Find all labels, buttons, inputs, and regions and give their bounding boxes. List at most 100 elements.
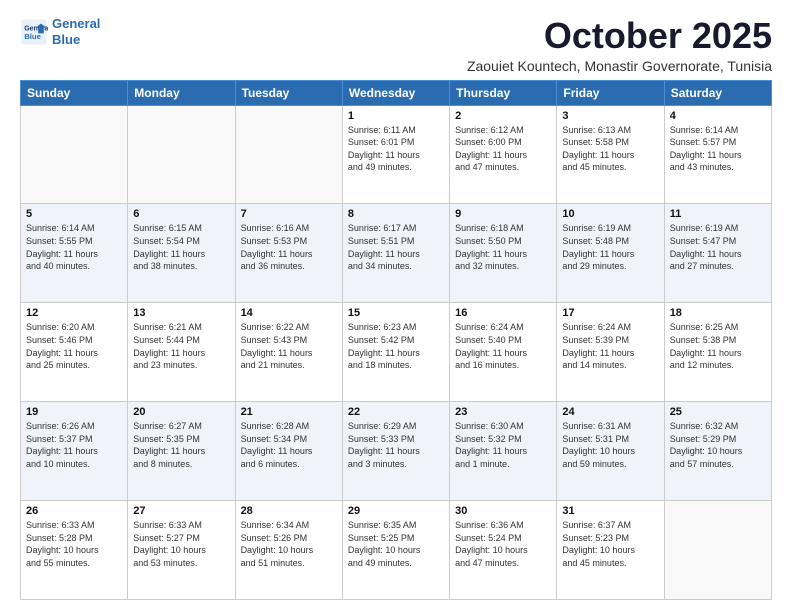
day-info: Sunrise: 6:34 AM Sunset: 5:26 PM Dayligh…: [241, 519, 337, 569]
day-info: Sunrise: 6:15 AM Sunset: 5:54 PM Dayligh…: [133, 222, 229, 272]
page: General Blue GeneralBlue October 2025 Za…: [0, 0, 792, 612]
calendar-week-row: 5Sunrise: 6:14 AM Sunset: 5:55 PM Daylig…: [21, 204, 772, 303]
table-row: 11Sunrise: 6:19 AM Sunset: 5:47 PM Dayli…: [664, 204, 771, 303]
day-number: 11: [670, 208, 766, 220]
day-info: Sunrise: 6:17 AM Sunset: 5:51 PM Dayligh…: [348, 222, 444, 272]
day-info: Sunrise: 6:24 AM Sunset: 5:39 PM Dayligh…: [562, 321, 658, 371]
calendar-week-row: 19 Sunrise: 6:26 AM Sunset: 5:37 PM Dayli…: [21, 402, 772, 501]
day-number: 17: [562, 307, 658, 319]
day-number: 6: [133, 208, 229, 220]
day-number: 28: [241, 505, 337, 517]
table-row: 20 Sunrise: 6:27 AM Sunset: 5:35 PM Dayli…: [128, 402, 235, 501]
calendar-header-row: Sunday Monday Tuesday Wednesday Thursday…: [21, 80, 772, 105]
table-row: 1Sunrise: 6:11 AM Sunset: 6:01 PM Daylig…: [342, 105, 449, 204]
title-section: October 2025 Zaouiet Kountech, Monastir …: [467, 16, 772, 74]
day-number: 15: [348, 307, 444, 319]
day-number: 18: [670, 307, 766, 319]
header-friday: Friday: [557, 80, 664, 105]
table-row: 8 Sunrise: 6:17 AM Sunset: 5:51 PM Daylig…: [342, 204, 449, 303]
day-info: Sunrise: 6:27 AM Sunset: 5:35 PM Dayligh…: [133, 420, 229, 470]
table-row: 17 Sunrise: 6:24 AM Sunset: 5:39 PM Dayli…: [557, 303, 664, 402]
day-info: Sunrise: 6:14 AM Sunset: 5:55 PM Dayligh…: [26, 222, 122, 272]
header-saturday: Saturday: [664, 80, 771, 105]
day-number: 20: [133, 406, 229, 418]
table-row: 21Sunrise: 6:28 AM Sunset: 5:34 PM Dayli…: [235, 402, 342, 501]
table-row: 3 Sunrise: 6:13 AM Sunset: 5:58 PM Daylig…: [557, 105, 664, 204]
day-info: Sunrise: 6:33 AM Sunset: 5:28 PM Dayligh…: [26, 519, 122, 569]
table-row: 22Sunrise: 6:29 AM Sunset: 5:33 PM Dayli…: [342, 402, 449, 501]
table-row: 24 Sunrise: 6:31 AM Sunset: 5:31 PM Dayli…: [557, 402, 664, 501]
day-info: Sunrise: 6:36 AM Sunset: 5:24 PM Dayligh…: [455, 519, 551, 569]
day-number: 13: [133, 307, 229, 319]
table-row: 12 Sunrise: 6:20 AM Sunset: 5:46 PM Dayli…: [21, 303, 128, 402]
day-number: 24: [562, 406, 658, 418]
table-row: 15 Sunrise: 6:23 AM Sunset: 5:42 PM Dayli…: [342, 303, 449, 402]
day-number: 26: [26, 505, 122, 517]
table-row: 19 Sunrise: 6:26 AM Sunset: 5:37 PM Dayli…: [21, 402, 128, 501]
table-row: 2 Sunrise: 6:12 AM Sunset: 6:00 PM Daylig…: [450, 105, 557, 204]
table-row: 16 Sunrise: 6:24 AM Sunset: 5:40 PM Dayli…: [450, 303, 557, 402]
location: Zaouiet Kountech, Monastir Governorate, …: [467, 58, 772, 74]
day-number: 12: [26, 307, 122, 319]
day-info: Sunrise: 6:13 AM Sunset: 5:58 PM Dayligh…: [562, 124, 658, 174]
table-row: 9 Sunrise: 6:18 AM Sunset: 5:50 PM Daylig…: [450, 204, 557, 303]
day-info: Sunrise: 6:35 AM Sunset: 5:25 PM Dayligh…: [348, 519, 444, 569]
day-info: Sunrise: 6:22 AM Sunset: 5:43 PM Dayligh…: [241, 321, 337, 371]
table-row: 4Sunrise: 6:14 AM Sunset: 5:57 PM Daylig…: [664, 105, 771, 204]
day-number: 16: [455, 307, 551, 319]
table-row: 5Sunrise: 6:14 AM Sunset: 5:55 PM Daylig…: [21, 204, 128, 303]
day-number: 30: [455, 505, 551, 517]
day-number: 10: [562, 208, 658, 220]
month-title: October 2025: [467, 16, 772, 56]
header-thursday: Thursday: [450, 80, 557, 105]
day-number: 7: [241, 208, 337, 220]
day-info: Sunrise: 6:19 AM Sunset: 5:48 PM Dayligh…: [562, 222, 658, 272]
table-row: 28 Sunrise: 6:34 AM Sunset: 5:26 PM Dayli…: [235, 501, 342, 600]
calendar-week-row: 1Sunrise: 6:11 AM Sunset: 6:01 PM Daylig…: [21, 105, 772, 204]
day-info: Sunrise: 6:25 AM Sunset: 5:38 PM Dayligh…: [670, 321, 766, 371]
day-info: Sunrise: 6:37 AM Sunset: 5:23 PM Dayligh…: [562, 519, 658, 569]
table-row: [128, 105, 235, 204]
day-info: Sunrise: 6:12 AM Sunset: 6:00 PM Dayligh…: [455, 124, 551, 174]
day-info: Sunrise: 6:24 AM Sunset: 5:40 PM Dayligh…: [455, 321, 551, 371]
day-info: Sunrise: 6:18 AM Sunset: 5:50 PM Dayligh…: [455, 222, 551, 272]
day-number: 19: [26, 406, 122, 418]
header-sunday: Sunday: [21, 80, 128, 105]
day-number: 14: [241, 307, 337, 319]
logo-icon: General Blue: [20, 18, 48, 46]
calendar-week-row: 26 Sunrise: 6:33 AM Sunset: 5:28 PM Dayli…: [21, 501, 772, 600]
day-number: 23: [455, 406, 551, 418]
day-info: Sunrise: 6:21 AM Sunset: 5:44 PM Dayligh…: [133, 321, 229, 371]
day-number: 27: [133, 505, 229, 517]
header-wednesday: Wednesday: [342, 80, 449, 105]
calendar-week-row: 12 Sunrise: 6:20 AM Sunset: 5:46 PM Dayli…: [21, 303, 772, 402]
day-number: 3: [562, 110, 658, 122]
table-row: 23Sunrise: 6:30 AM Sunset: 5:32 PM Dayli…: [450, 402, 557, 501]
table-row: 30 Sunrise: 6:36 AM Sunset: 5:24 PM Dayli…: [450, 501, 557, 600]
header: General Blue GeneralBlue October 2025 Za…: [20, 16, 772, 74]
day-info: Sunrise: 6:16 AM Sunset: 5:53 PM Dayligh…: [241, 222, 337, 272]
day-number: 4: [670, 110, 766, 122]
day-number: 25: [670, 406, 766, 418]
day-number: 8: [348, 208, 444, 220]
day-info: Sunrise: 6:29 AM Sunset: 5:33 PM Dayligh…: [348, 420, 444, 470]
day-info: Sunrise: 6:11 AM Sunset: 6:01 PM Dayligh…: [348, 124, 444, 174]
table-row: 6 Sunrise: 6:15 AM Sunset: 5:54 PM Daylig…: [128, 204, 235, 303]
day-number: 2: [455, 110, 551, 122]
day-number: 9: [455, 208, 551, 220]
day-number: 21: [241, 406, 337, 418]
calendar-table: Sunday Monday Tuesday Wednesday Thursday…: [20, 80, 772, 600]
day-info: Sunrise: 6:26 AM Sunset: 5:37 PM Dayligh…: [26, 420, 122, 470]
table-row: [664, 501, 771, 600]
table-row: [235, 105, 342, 204]
day-info: Sunrise: 6:20 AM Sunset: 5:46 PM Dayligh…: [26, 321, 122, 371]
header-monday: Monday: [128, 80, 235, 105]
day-info: Sunrise: 6:23 AM Sunset: 5:42 PM Dayligh…: [348, 321, 444, 371]
day-info: Sunrise: 6:31 AM Sunset: 5:31 PM Dayligh…: [562, 420, 658, 470]
table-row: 14 Sunrise: 6:22 AM Sunset: 5:43 PM Dayli…: [235, 303, 342, 402]
table-row: 13 Sunrise: 6:21 AM Sunset: 5:44 PM Dayli…: [128, 303, 235, 402]
table-row: 10 Sunrise: 6:19 AM Sunset: 5:48 PM Dayli…: [557, 204, 664, 303]
table-row: [21, 105, 128, 204]
logo: General Blue GeneralBlue: [20, 16, 100, 47]
table-row: 27Sunrise: 6:33 AM Sunset: 5:27 PM Dayli…: [128, 501, 235, 600]
